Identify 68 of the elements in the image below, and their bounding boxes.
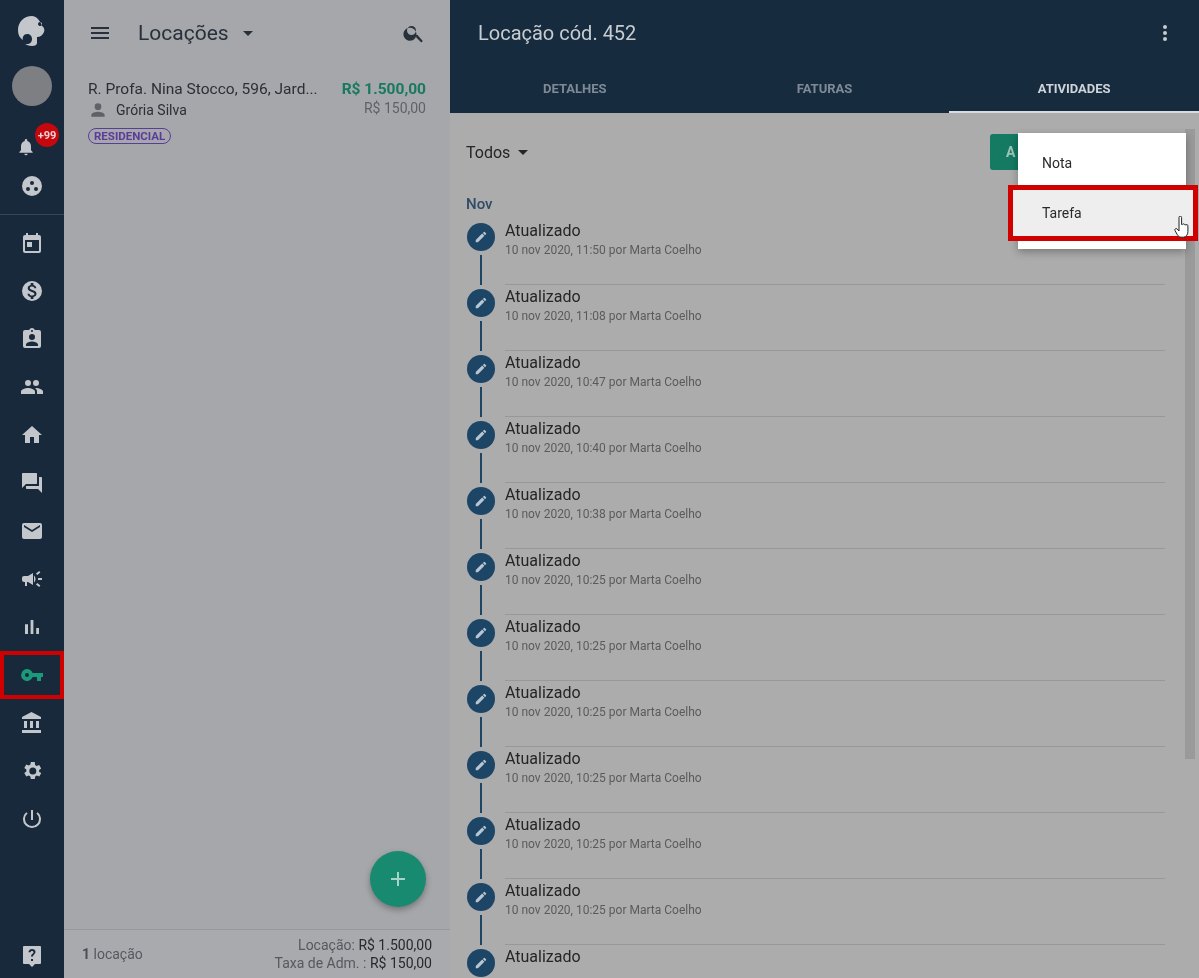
activity-meta: 10 nov 2020, 10:25 por Marta Coelho <box>505 771 703 785</box>
activity-meta: 10 nov 2020, 10:25 por Marta Coelho <box>505 573 703 587</box>
edit-icon <box>467 883 495 911</box>
edit-icon <box>467 685 495 713</box>
activity-meta: 10 nov 2020, 10:25 por Marta Coelho <box>505 837 703 851</box>
fee-total: Taxa de Adm. : R$ 150,00 <box>274 954 432 972</box>
activity-title: Atualizado <box>505 683 582 702</box>
activity-title: Atualizado <box>505 221 582 240</box>
edit-icon <box>467 487 495 515</box>
activity-meta: 10 nov 2020, 10:25 por Marta Coelho <box>505 705 703 719</box>
edit-icon <box>467 817 495 845</box>
chat-icon <box>20 471 44 495</box>
calendar-icon <box>20 231 44 255</box>
month-heading: Nov <box>466 195 493 213</box>
fee-value: R$ 150,00 <box>362 100 426 118</box>
activity-title: Atualizado <box>505 815 582 834</box>
bank-icon <box>20 711 44 735</box>
edit-icon <box>467 289 495 317</box>
activity-title: Atualizado <box>505 419 582 438</box>
contact-icon <box>20 327 44 351</box>
menu-item[interactable]: Tarefa <box>1008 185 1198 241</box>
activity-title: Atualizado <box>505 287 582 306</box>
activity-title: Atualizado <box>505 881 582 900</box>
activity-meta: 10 nov 2020, 10:40 por Marta Coelho <box>505 441 703 455</box>
rent-total: Locação: R$ 1.500,00 <box>297 936 432 954</box>
activity-meta: 10 nov 2020, 11:08 por Marta Coelho <box>505 309 703 323</box>
sidebar-item[interactable] <box>0 651 64 699</box>
activity-meta: 10 nov 2020, 10:25 por Marta Coelho <box>505 903 703 917</box>
caret-icon <box>242 30 253 36</box>
tab[interactable]: DETALHES <box>450 65 700 113</box>
menu-item[interactable]: Nota <box>1018 141 1186 185</box>
caret-icon <box>518 149 529 155</box>
notification-badge: +99 <box>35 123 59 147</box>
scrollbar[interactable] <box>1185 129 1195 759</box>
rent-value: R$ 1.500,00 <box>341 80 426 98</box>
edit-icon <box>467 223 495 251</box>
activity-title: Atualizado <box>505 947 582 966</box>
user-avatar[interactable] <box>12 66 52 106</box>
activity-title: Atualizado <box>505 551 582 570</box>
edit-icon <box>467 949 495 977</box>
detail-title: Locação cód. 452 <box>478 20 637 45</box>
apps-icon[interactable] <box>20 174 44 198</box>
section-dropdown[interactable]: Locações <box>138 21 253 45</box>
filter-dropdown[interactable]: Todos <box>466 142 529 162</box>
tab[interactable]: ATIVIDADES <box>949 65 1199 113</box>
edit-icon <box>467 355 495 383</box>
activity-meta: 10 nov 2020, 10:38 por Marta Coelho <box>505 507 703 521</box>
activity-meta: 10 nov 2020, 10:25 por Marta Coelho <box>505 639 703 653</box>
edit-icon <box>467 619 495 647</box>
activity-title: Atualizado <box>505 617 582 636</box>
edit-icon <box>467 553 495 581</box>
bell-icon[interactable] <box>16 137 36 157</box>
person-icon <box>88 100 108 120</box>
activity-title: Atualizado <box>505 749 582 768</box>
item-count: 1 locação <box>82 946 143 962</box>
activity-meta: 10 nov 2020, 10:47 por Marta Coelho <box>505 375 703 389</box>
power-icon <box>20 807 44 831</box>
activity-meta: 10 nov 2020, 11:50 por Marta Coelho <box>505 243 703 257</box>
dollar-icon <box>20 279 44 303</box>
help-icon[interactable] <box>20 944 44 968</box>
activity-title: Atualizado <box>505 485 582 504</box>
tenant-name: Grória Silva <box>116 102 187 118</box>
edit-icon <box>467 421 495 449</box>
property-address[interactable]: R. Profa. Nina Stocco, 596, Jard... <box>88 80 342 98</box>
edit-icon <box>467 751 495 779</box>
tab[interactable]: FATURAS <box>699 65 950 113</box>
hand-cursor-icon <box>1174 216 1190 238</box>
activity-title: Atualizado <box>505 353 582 372</box>
